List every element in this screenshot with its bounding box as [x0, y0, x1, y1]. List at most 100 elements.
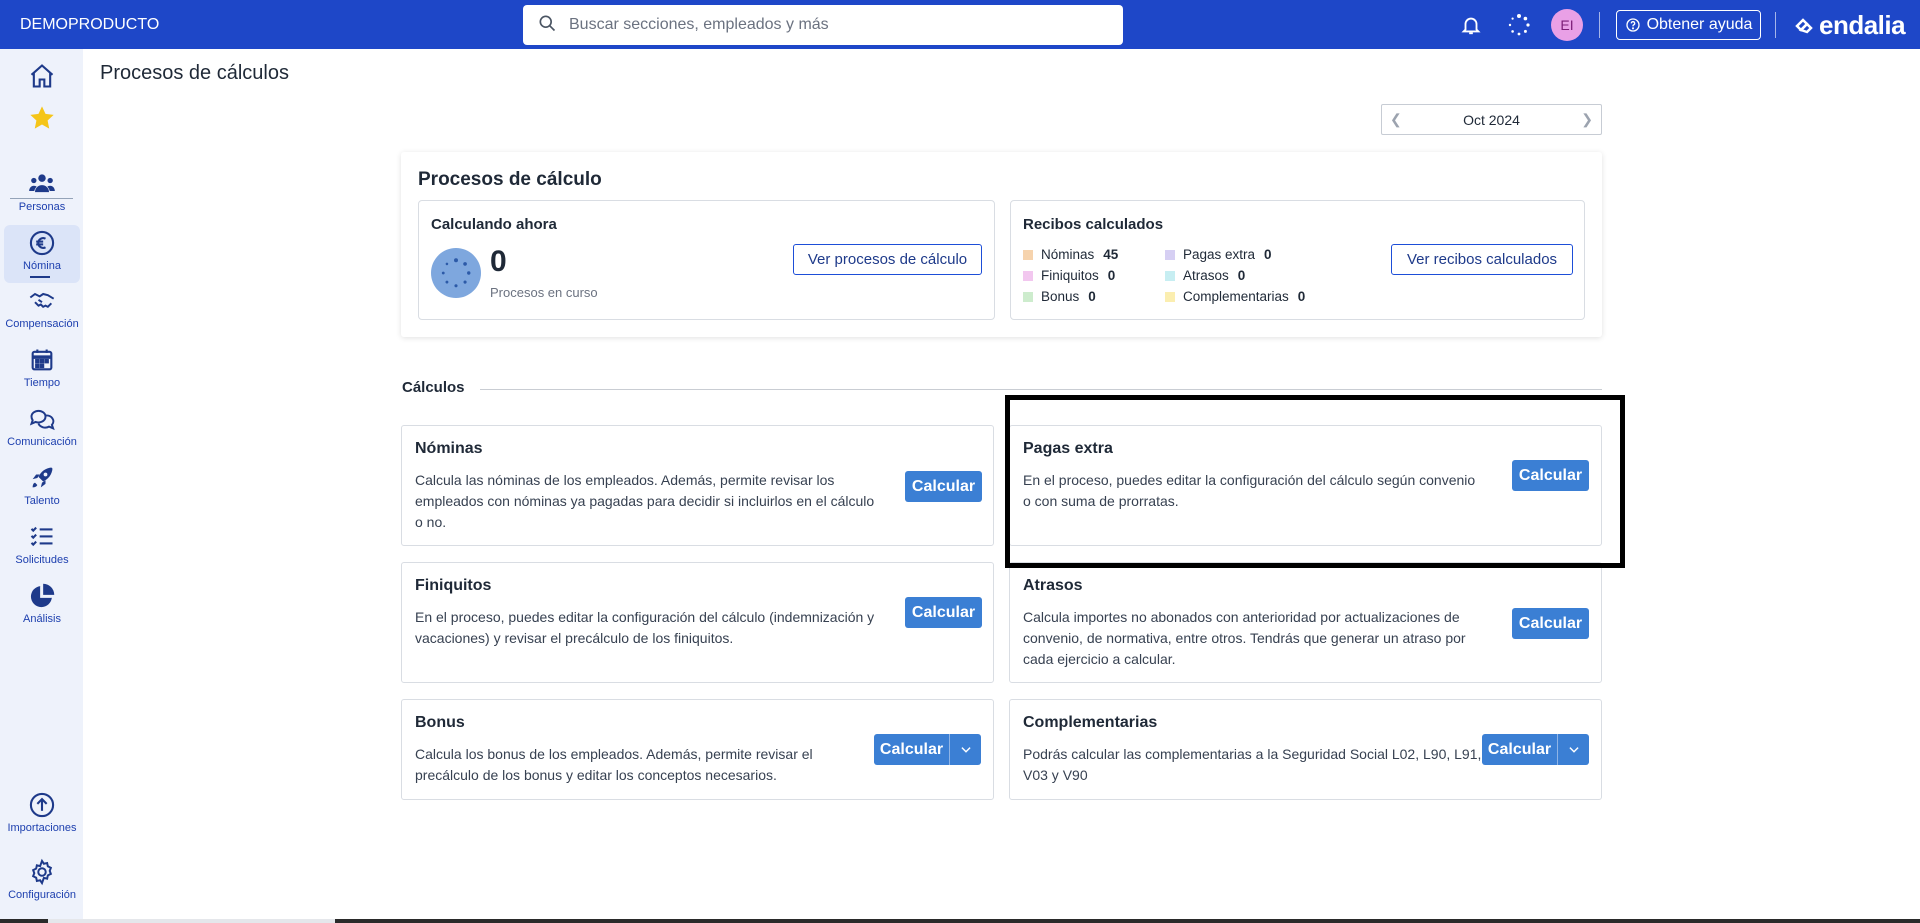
month-selector[interactable]: ❮ Oct 2024 ❯ [1381, 104, 1602, 135]
sidebar-item-personas[interactable]: Personas [4, 170, 80, 226]
legend-label: Pagas extra [1183, 247, 1256, 262]
calc-card-bonus: Bonus Calcula los bonus de los empleados… [401, 699, 994, 800]
legend-label: Atrasos [1183, 268, 1229, 283]
rocket-icon [32, 467, 53, 488]
legend-count: 0 [1237, 268, 1246, 283]
logo-text: endalia [1819, 10, 1906, 40]
legend-swatch [1165, 249, 1175, 260]
legend-swatch [1023, 270, 1033, 281]
sidebar-item-label: Tiempo [23, 377, 61, 389]
calcular-atrasos-button[interactable]: Calcular [1512, 608, 1589, 639]
calc-card-description: Podrás calcular las complementarias a la… [1023, 746, 1482, 783]
sidebar-item-solicitudes[interactable]: Solicitudes [4, 523, 80, 579]
sidebar-item-analisis[interactable]: Análisis [4, 582, 80, 638]
legend-item: Atrasos 0 [1165, 268, 1245, 283]
legend-item: Finiquitos 0 [1023, 268, 1115, 283]
active-indicator [30, 276, 50, 278]
chat-icon [29, 409, 55, 431]
legend-swatch [1165, 270, 1175, 281]
running-processes-card: Calculando ahora 0 Procesos en curso Ver… [418, 200, 995, 320]
calcular-bonus-button[interactable]: Calcular [874, 734, 949, 765]
bottom-strip [0, 919, 1920, 923]
view-receipts-button[interactable]: Ver recibos calculados [1391, 244, 1573, 275]
running-count: 0 [490, 245, 507, 278]
legend-count: 0 [1107, 268, 1116, 283]
calc-card-description: En el proceso, puedes editar la configur… [415, 609, 875, 646]
search-input[interactable] [569, 16, 1109, 34]
calcular-pagas-extra-button[interactable]: Calcular [1512, 460, 1589, 491]
calc-card-nominas: Nóminas Calcula las nóminas de los emple… [401, 425, 994, 546]
sidebar-item-label: Análisis [23, 613, 61, 625]
calculated-receipts-card: Recibos calculados Nóminas 45 Finiquitos… [1010, 200, 1585, 320]
sidebar-item-favorites[interactable] [4, 104, 80, 160]
topbar-divider [1775, 12, 1776, 38]
calcular-complementarias-button[interactable]: Calcular [1482, 734, 1557, 765]
view-processes-button[interactable]: Ver procesos de cálculo [793, 244, 982, 275]
calc-card-complementarias: Complementarias Podrás calcular las comp… [1009, 699, 1602, 800]
sidebar-item-label: Comunicación [7, 436, 77, 448]
calendar-icon [31, 349, 53, 371]
sidebar-item-compensacion[interactable]: Compensación [4, 287, 80, 343]
legend-count: 0 [1297, 289, 1306, 304]
sidebar-item-nomina[interactable]: Nómina [4, 225, 80, 283]
sidebar-item-label: Nómina [23, 260, 61, 272]
loading-spinner-icon[interactable] [1507, 13, 1531, 37]
section-title-calculos: Cálculos [402, 379, 465, 396]
sidebar-item-label: Talento [24, 495, 60, 507]
sidebar-item-configuracion[interactable]: Configuración [4, 858, 80, 914]
receipts-title: Recibos calculados [1023, 216, 1164, 233]
sidebar-item-label: Importaciones [7, 822, 77, 834]
handshake-icon [29, 292, 55, 309]
legend-swatch [1023, 291, 1033, 302]
sidebar-item-label: Solicitudes [15, 554, 69, 566]
page-title: Procesos de cálculos [100, 62, 289, 84]
calc-card-finiquitos: Finiquitos En el proceso, puedes editar … [401, 562, 994, 683]
sidebar: Personas Nómina Compensación Tiempo Comu… [0, 49, 83, 923]
summary-title: Procesos de cálculo [418, 169, 602, 190]
processing-spinner-icon [431, 248, 481, 298]
sidebar-item-comunicacion[interactable]: Comunicación [4, 405, 80, 461]
sidebar-item-importaciones[interactable]: Importaciones [4, 791, 80, 847]
legend-label: Nóminas [1041, 247, 1095, 262]
calc-card-pagas-extra: Pagas extra En el proceso, puedes editar… [1009, 425, 1602, 546]
legend-count: 45 [1103, 247, 1119, 262]
calc-card-description: Calcula las nóminas de los empleados. Ad… [415, 472, 875, 530]
calcular-finiquitos-button[interactable]: Calcular [905, 597, 982, 628]
user-avatar[interactable]: EI [1551, 9, 1583, 41]
home-icon [30, 64, 54, 88]
chevron-left-icon[interactable]: ❮ [1390, 111, 1402, 128]
company-name[interactable]: DEMOPRODUCTO [20, 16, 520, 34]
calc-card-description: Calcula importes no abonados con anterio… [1023, 609, 1466, 667]
complementarias-options-chevron-down-icon[interactable] [1557, 734, 1589, 765]
search-box[interactable] [523, 5, 1123, 45]
calc-card-description: Calcula los bonus de los empleados. Adem… [415, 746, 813, 783]
legend-swatch [1023, 249, 1033, 260]
search-icon [537, 13, 557, 38]
sidebar-item-label: Personas [18, 201, 66, 213]
legend-item: Bonus 0 [1023, 289, 1096, 304]
sidebar-item-tiempo[interactable]: Tiempo [4, 346, 80, 402]
calc-card-title: Nóminas [415, 440, 483, 457]
get-help-button[interactable]: Obtener ayuda [1616, 10, 1761, 40]
running-caption: Procesos en curso [490, 285, 598, 300]
section-divider [480, 389, 1602, 390]
euro-icon [29, 230, 55, 256]
help-circle-icon [1625, 18, 1640, 32]
bonus-options-chevron-down-icon[interactable] [949, 734, 981, 765]
legend-item: Complementarias 0 [1165, 289, 1305, 304]
legend-item: Nóminas 45 [1023, 247, 1118, 262]
endalia-logo[interactable]: endalia [1793, 10, 1906, 41]
summary-card: Procesos de cálculo Calculando ahora 0 P… [401, 152, 1602, 337]
chevron-right-icon[interactable]: ❯ [1581, 111, 1593, 128]
pie-chart-icon [30, 583, 55, 608]
topbar-divider [1599, 12, 1600, 38]
legend-count: 0 [1264, 247, 1272, 262]
gear-icon [31, 858, 53, 886]
sidebar-item-talento[interactable]: Talento [4, 464, 80, 520]
calcular-nominas-button[interactable]: Calcular [905, 471, 982, 502]
legend-count: 0 [1088, 289, 1096, 304]
bottom-strip-segment [48, 919, 335, 923]
legend-swatch [1165, 291, 1175, 302]
notifications-bell-icon[interactable] [1459, 13, 1483, 37]
checklist-icon [30, 526, 53, 547]
